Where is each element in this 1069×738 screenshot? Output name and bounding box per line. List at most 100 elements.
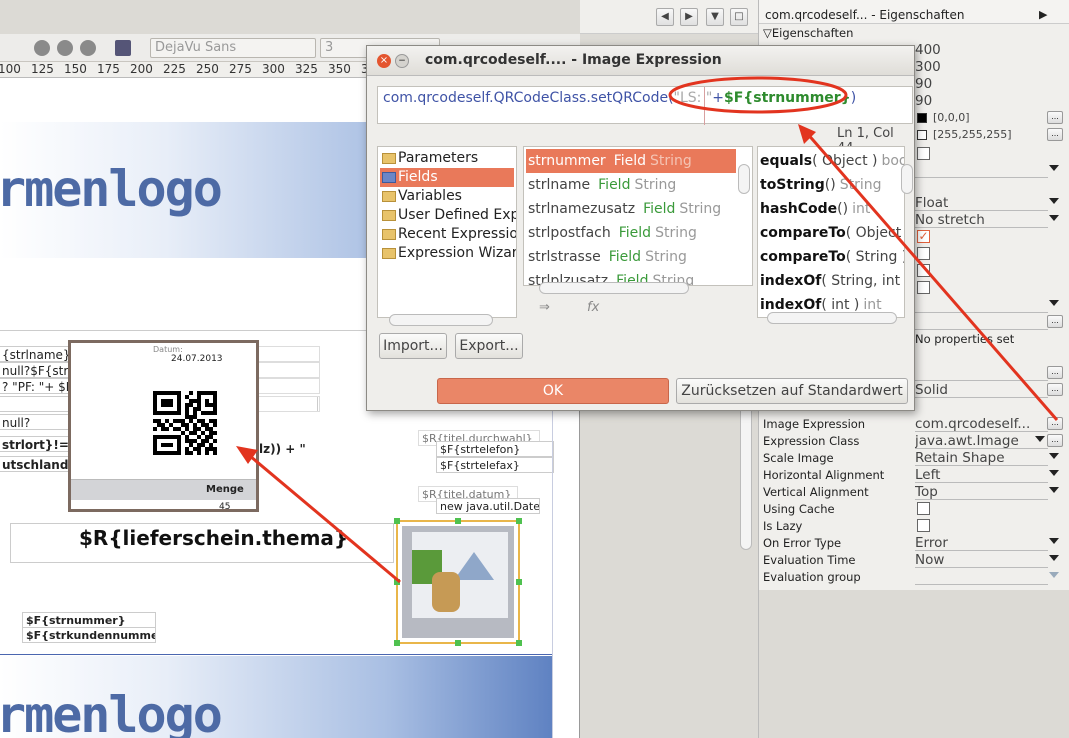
prop-value[interactable]: [915, 569, 1048, 585]
field-item[interactable]: strlnamezusatz Field String: [526, 197, 736, 221]
font-settings-icon[interactable]: [115, 40, 131, 56]
checkbox[interactable]: [917, 281, 930, 294]
chevron-down-icon[interactable]: [1035, 436, 1045, 442]
checkbox[interactable]: [917, 147, 930, 160]
menu-button[interactable]: ▼: [706, 8, 724, 26]
field-list[interactable]: strnummer Field String strlname Field String s…: [523, 146, 753, 286]
export-button[interactable]: Export...: [455, 333, 523, 359]
method-list[interactable]: equals( Object )booleantoString()Stringh…: [757, 146, 905, 318]
reset-button[interactable]: Zurücksetzen auf Standardwert: [676, 378, 908, 404]
float-value[interactable]: Float: [915, 195, 1048, 211]
prop-value[interactable]: Top: [915, 484, 1048, 500]
prop-value[interactable]: [0,0,0]: [933, 110, 1045, 126]
method-item[interactable]: hashCode() int: [760, 197, 870, 221]
strnummer-field[interactable]: $F{strnummer}: [22, 612, 156, 628]
chevron-down-icon[interactable]: [1049, 470, 1059, 476]
solid-value[interactable]: Solid: [915, 382, 1048, 398]
method-item[interactable]: equals( Object )boolean: [760, 149, 904, 173]
edit-button[interactable]: ...: [1047, 434, 1063, 447]
chevron-down-icon[interactable]: [1049, 487, 1059, 493]
prop-value[interactable]: 90: [915, 93, 1048, 109]
lz-fragment[interactable]: lz)) + ": [256, 441, 326, 457]
edit-button[interactable]: ...: [1047, 366, 1063, 379]
report-field[interactable]: null?: [0, 414, 70, 430]
edit-button[interactable]: ...: [1047, 111, 1063, 124]
prop-value[interactable]: Retain Shape: [915, 450, 1048, 466]
prop-value[interactable]: com.qrcodeself...: [915, 416, 1048, 432]
edit-button[interactable]: ...: [1047, 128, 1063, 141]
thema-field[interactable]: $R{lieferschein.thema}: [79, 526, 348, 550]
field-item[interactable]: strlname Field String: [526, 173, 736, 197]
chevron-down-icon[interactable]: [1049, 300, 1059, 306]
method-item[interactable]: toString() String: [760, 173, 882, 197]
prop-value[interactable]: 90: [915, 76, 1048, 92]
new-date-field[interactable]: new java.util.Date(): [436, 498, 540, 514]
color-swatch[interactable]: [917, 130, 927, 140]
edit-button[interactable]: ...: [1047, 417, 1063, 430]
chevron-down-icon[interactable]: [1049, 215, 1059, 221]
category-item[interactable]: Recent Expressions: [380, 225, 516, 244]
prop-value[interactable]: [255,255,255]: [933, 127, 1045, 143]
method-hscrollbar[interactable]: [767, 312, 897, 324]
prop-value[interactable]: 400: [915, 42, 1048, 58]
image-element[interactable]: [394, 518, 522, 646]
report-field[interactable]: {strlname}:n: [0, 346, 70, 362]
method-item[interactable]: indexOf( String, int )int: [760, 269, 904, 293]
strkundennummer-field[interactable]: $F{strkundennummer}: [22, 627, 156, 643]
method-item[interactable]: compareTo( String )int: [760, 245, 904, 269]
properties-section-header[interactable]: ▽Eigenschaften: [763, 26, 853, 40]
import-button[interactable]: Import...: [379, 333, 447, 359]
chevron-down-icon[interactable]: [1049, 572, 1059, 578]
maximize-button[interactable]: □: [730, 8, 748, 26]
chevron-down-icon[interactable]: [1049, 538, 1059, 544]
field-item[interactable]: strlstrasse Field String: [526, 245, 736, 269]
checkbox[interactable]: [917, 502, 930, 515]
chevron-down-icon[interactable]: [1049, 555, 1059, 561]
zoom-fit-icon[interactable]: [34, 40, 50, 56]
font-family-select[interactable]: DejaVu Sans: [150, 38, 316, 58]
insert-icon[interactable]: ⇒: [539, 300, 550, 315]
prop-value[interactable]: java.awt.Image: [915, 433, 1048, 449]
edit-button[interactable]: ...: [1047, 383, 1063, 396]
stretch-value[interactable]: No stretch: [915, 212, 1048, 228]
field-item[interactable]: strnummer Field String: [526, 149, 736, 173]
category-item[interactable]: Expression Wizards: [380, 244, 516, 263]
report-field[interactable]: null?$F{strln: [0, 362, 70, 378]
zoom-out-icon[interactable]: [80, 40, 96, 56]
category-hscrollbar[interactable]: [389, 314, 493, 326]
field-hscrollbar[interactable]: [539, 282, 689, 294]
checkbox[interactable]: [917, 264, 930, 277]
zoom-in-icon[interactable]: [57, 40, 73, 56]
category-item[interactable]: User Defined Expressions: [380, 206, 516, 225]
method-item[interactable]: compareTo( Object )int: [760, 221, 904, 245]
strtelefon-field[interactable]: $F{strtelefon}: [436, 441, 554, 457]
prev-button[interactable]: ◀: [656, 8, 674, 26]
prop-value[interactable]: Error: [915, 535, 1048, 551]
checkbox-checked[interactable]: ✓: [917, 230, 930, 243]
chevron-down-icon[interactable]: [1049, 453, 1059, 459]
strtelefax-field[interactable]: $F{strtelefax}: [436, 457, 554, 473]
edit-button[interactable]: ...: [1047, 315, 1063, 328]
next-button[interactable]: ▶: [680, 8, 698, 26]
chevron-down-icon[interactable]: [1049, 165, 1059, 171]
chevron-down-icon[interactable]: [1049, 198, 1059, 204]
category-item[interactable]: Fields: [380, 168, 514, 187]
pin-icon[interactable]: ▶: [1039, 8, 1047, 21]
prop-value[interactable]: Left: [915, 467, 1048, 483]
color-swatch[interactable]: [917, 113, 927, 123]
field-item[interactable]: strlpostfach Field String: [526, 221, 736, 245]
checkbox[interactable]: [917, 519, 930, 532]
expression-text[interactable]: com.qrcodeself.QRCodeClass.setQRCode("LS…: [383, 90, 856, 106]
close-icon[interactable]: ×: [377, 54, 391, 68]
category-item[interactable]: Parameters: [380, 149, 514, 168]
prop-value[interactable]: Now: [915, 552, 1048, 568]
ok-button[interactable]: OK: [437, 378, 669, 404]
category-item[interactable]: Variables: [380, 187, 514, 206]
function-icon[interactable]: fx: [587, 300, 599, 315]
prop-value[interactable]: 300: [915, 59, 1048, 75]
report-field[interactable]: utschland")?: [0, 456, 70, 472]
expression-editor[interactable]: com.qrcodeself.QRCodeClass.setQRCode("LS…: [377, 86, 913, 125]
category-list[interactable]: Parameters Fields Variables User Defined Ex…: [377, 146, 517, 318]
checkbox[interactable]: [917, 247, 930, 260]
minimize-icon[interactable]: −: [395, 54, 409, 68]
